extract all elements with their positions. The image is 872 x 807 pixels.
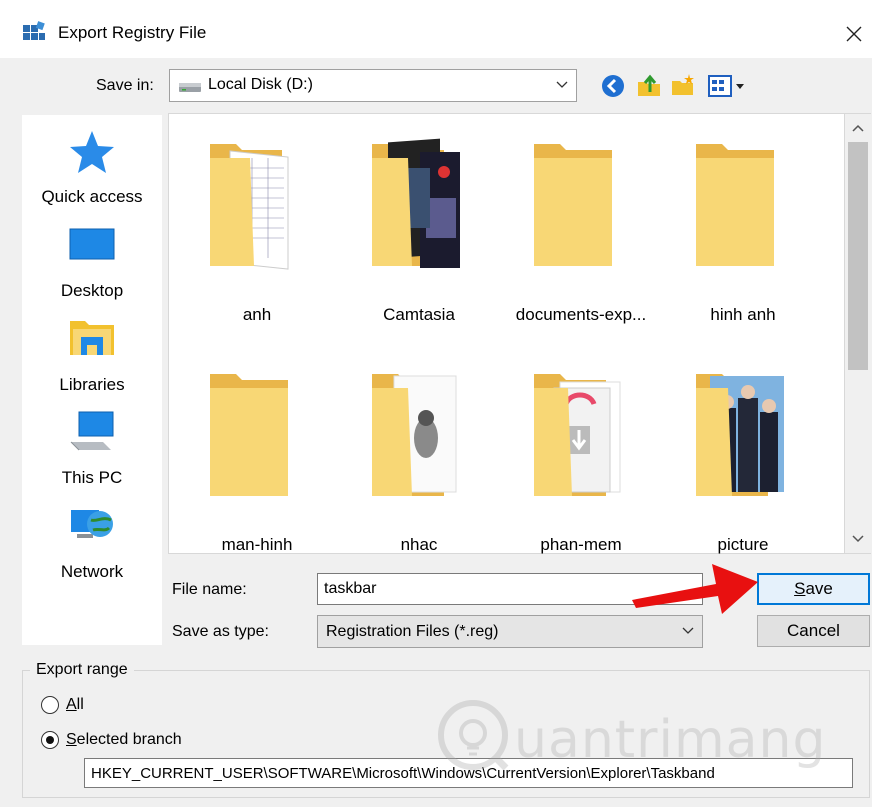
folder-name: man-hinh: [221, 535, 293, 554]
folder-item[interactable]: nhac: [339, 368, 499, 568]
place-libraries[interactable]: Libraries: [22, 315, 162, 403]
places-bar: Quick access Desktop Libraries This PC N…: [22, 115, 162, 645]
libraries-icon: [70, 321, 114, 355]
chevron-down-icon: [556, 81, 568, 88]
desktop-icon: [69, 228, 115, 260]
folder-item[interactable]: phan-mem: [501, 368, 661, 568]
title-bar: Export Registry File: [0, 0, 872, 58]
folder-name: Camtasia: [383, 305, 455, 324]
all-radio-label[interactable]: All: [66, 696, 84, 714]
folder-item[interactable]: documents-exp...: [501, 138, 661, 338]
save-as-type-value: Registration Files (*.reg): [326, 623, 499, 640]
folder-name: hinh anh: [710, 305, 776, 324]
file-list: anh Camtasia documents-exp... hinh anh m…: [168, 113, 845, 554]
close-button[interactable]: [836, 16, 872, 52]
folder-icon: [696, 144, 774, 266]
folder-name: documents-exp...: [515, 305, 647, 324]
folder-item[interactable]: picture: [663, 368, 823, 568]
save-button-label: Save: [794, 579, 833, 598]
save-in-label: Save in:: [96, 77, 154, 94]
chevron-down-icon: [682, 627, 694, 634]
chevron-up-icon: [852, 124, 864, 132]
window-title: Export Registry File: [58, 23, 207, 42]
star-icon: [70, 131, 114, 173]
place-network[interactable]: Network: [22, 502, 162, 590]
selected-branch-label[interactable]: Selected branch: [66, 731, 182, 749]
scroll-down-button[interactable]: [845, 527, 871, 551]
back-icon[interactable]: [600, 73, 626, 99]
selected-branch-radio[interactable]: [41, 731, 59, 749]
place-label: This PC: [61, 468, 123, 487]
folder-icon: [534, 374, 621, 496]
save-as-type-dropdown[interactable]: Registration Files (*.reg): [317, 615, 703, 648]
folder-name: nhac: [400, 535, 438, 554]
scroll-up-button[interactable]: [845, 116, 871, 140]
export-registry-dialog: Export Registry File Save in: Local Disk…: [0, 0, 872, 807]
save-in-dropdown[interactable]: Local Disk (D:): [169, 69, 577, 102]
folder-icon: [210, 144, 289, 270]
folder-icon: [372, 138, 460, 268]
folder-item[interactable]: Camtasia: [339, 138, 499, 338]
branch-path-input[interactable]: [84, 758, 853, 788]
network-icon: [71, 510, 113, 538]
place-desktop[interactable]: Desktop: [22, 221, 162, 309]
folder-item[interactable]: man-hinh: [177, 368, 337, 568]
file-list-scrollbar[interactable]: [845, 113, 871, 554]
folder-name: phan-mem: [540, 535, 622, 554]
computer-icon: [70, 411, 114, 451]
save-button[interactable]: Save: [757, 573, 870, 605]
place-label: Desktop: [60, 281, 124, 300]
folder-item[interactable]: anh: [177, 138, 337, 338]
file-name-label: File name:: [172, 581, 247, 598]
close-icon: [846, 26, 862, 42]
place-label: Libraries: [59, 375, 125, 394]
folder-icon: [372, 374, 457, 496]
folder-icon: [210, 374, 288, 496]
all-radio[interactable]: [41, 696, 59, 714]
place-quick-access[interactable]: Quick access: [22, 127, 162, 215]
new-folder-icon[interactable]: [670, 72, 696, 98]
up-folder-icon[interactable]: [636, 72, 662, 98]
folder-name: anh: [242, 305, 272, 324]
export-range-title: Export range: [30, 661, 134, 679]
cancel-button-label: Cancel: [787, 621, 840, 640]
place-this-pc[interactable]: This PC: [22, 408, 162, 496]
place-label: Quick access: [41, 187, 143, 206]
place-label: Network: [60, 562, 124, 581]
red-arrow-annotation: [632, 564, 758, 614]
save-as-type-label: Save as type:: [172, 623, 269, 640]
drive-icon: [179, 83, 201, 92]
scroll-thumb[interactable]: [848, 142, 868, 370]
folder-icon: [534, 144, 612, 266]
chevron-down-icon: [852, 535, 864, 543]
view-menu-icon[interactable]: [707, 73, 751, 99]
cancel-button[interactable]: Cancel: [757, 615, 870, 647]
registry-editor-icon: [23, 21, 45, 40]
folder-item[interactable]: hinh anh: [663, 138, 823, 338]
folder-icon: [696, 374, 784, 496]
save-in-value: Local Disk (D:): [208, 76, 313, 93]
folder-name: picture: [717, 535, 769, 554]
